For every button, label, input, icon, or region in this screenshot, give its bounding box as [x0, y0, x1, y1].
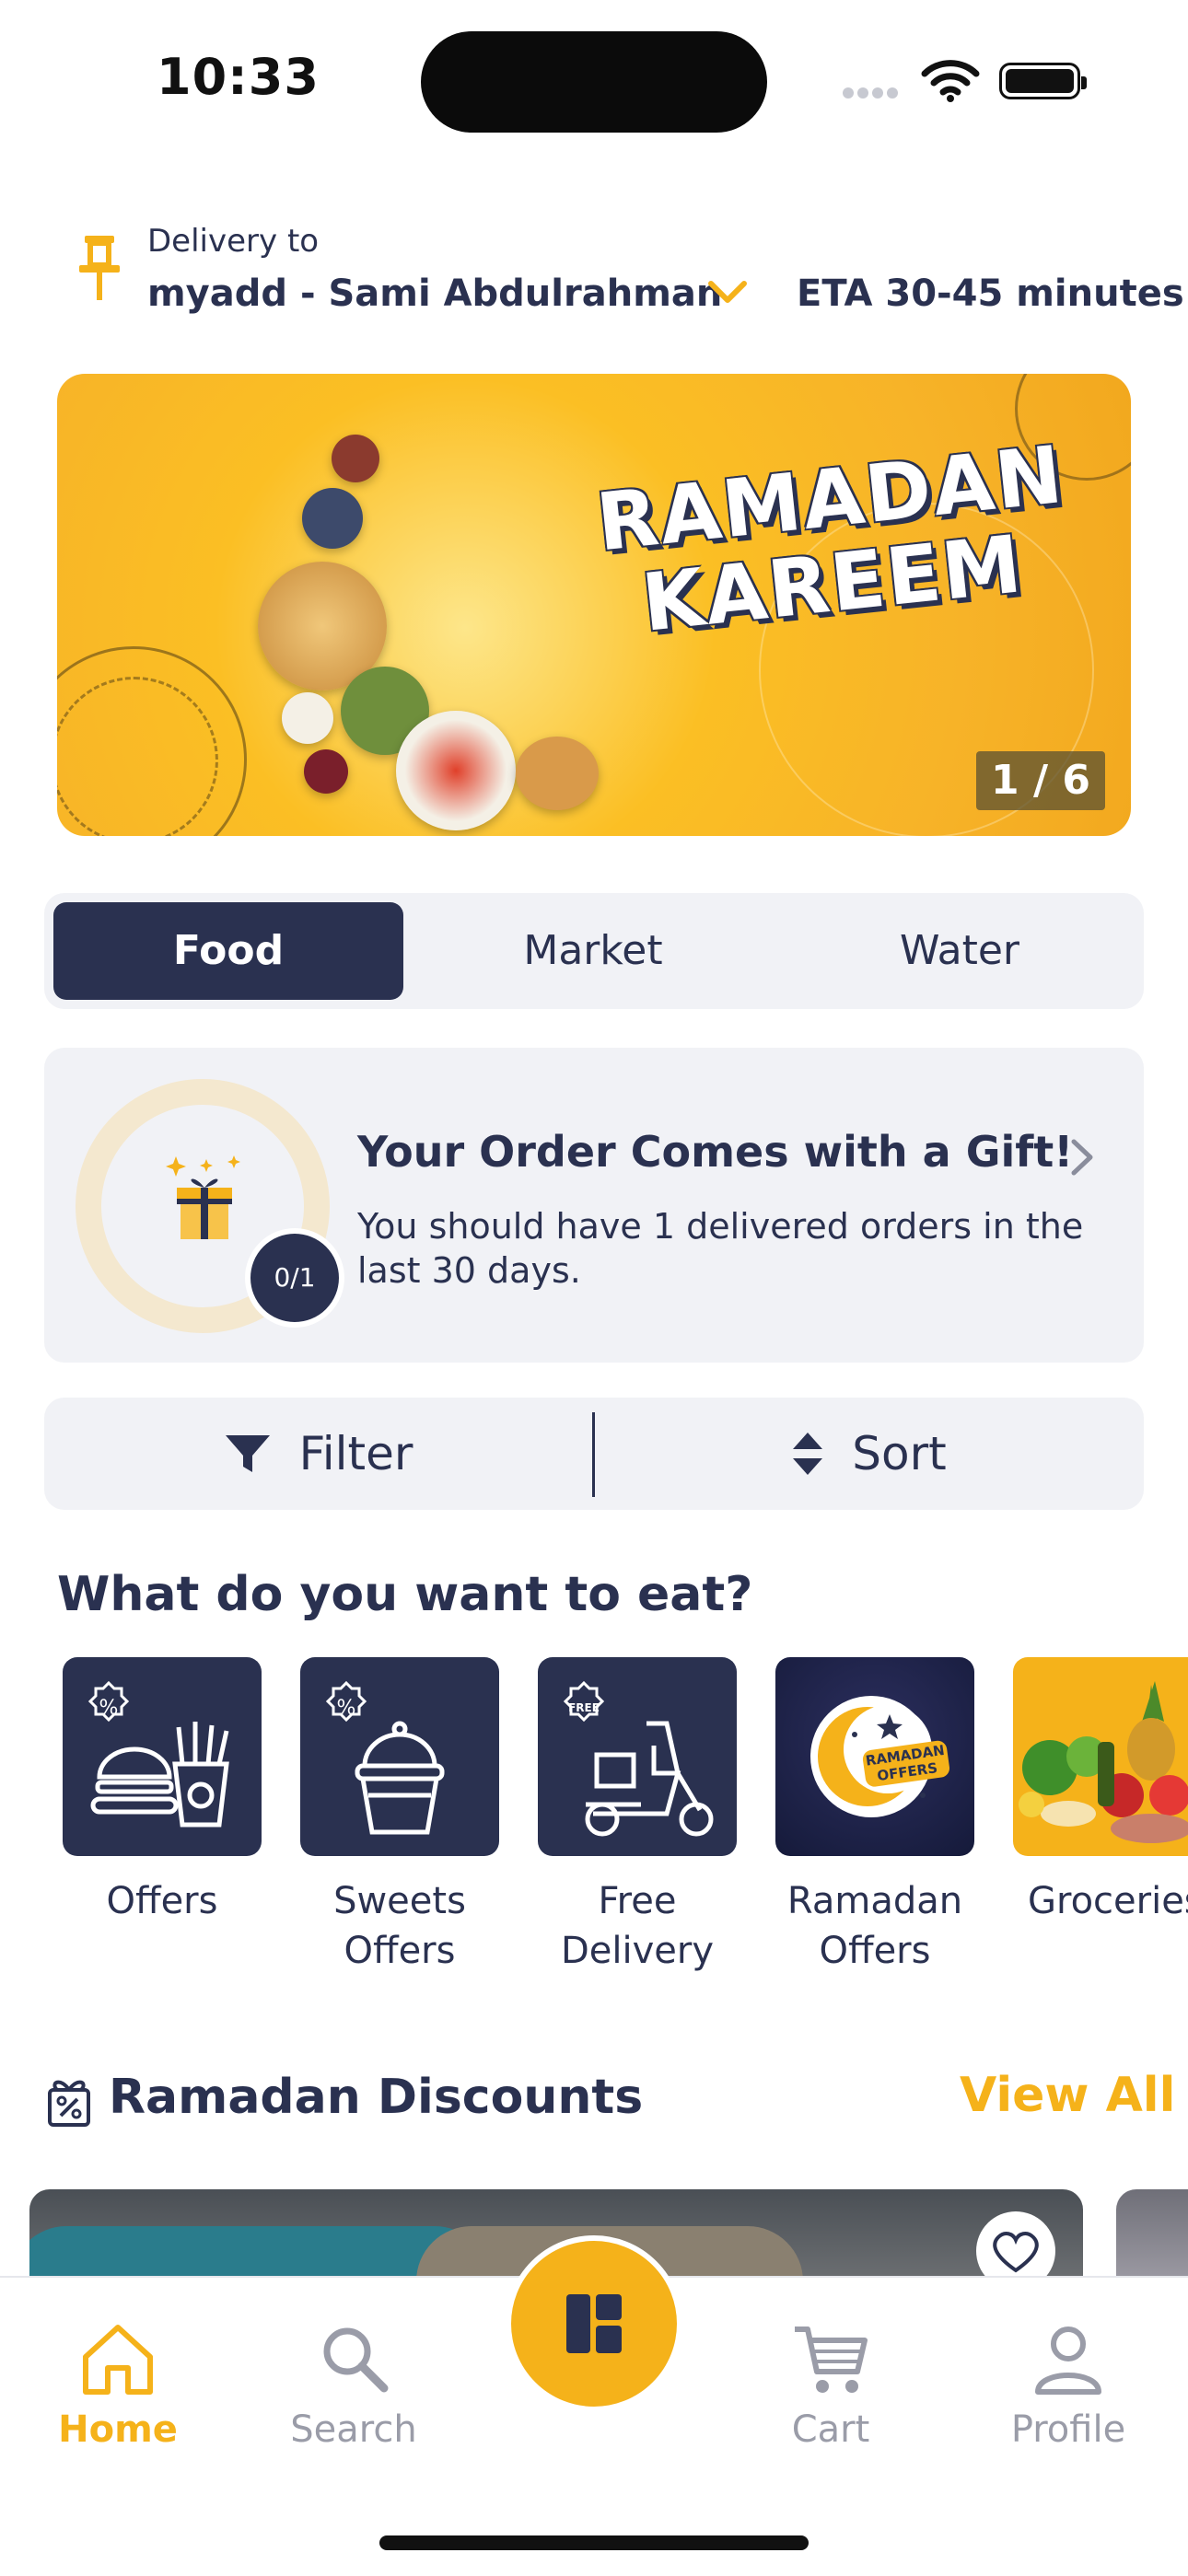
burger-fries-icon [90, 1722, 229, 1828]
nav-profile[interactable]: Profile [976, 2320, 1160, 2451]
battery-icon [999, 63, 1087, 99]
chevron-down-icon[interactable] [705, 274, 750, 311]
nav-search[interactable]: Search [262, 2320, 446, 2451]
home-indicator [379, 2535, 809, 2550]
category-ramadan-offers[interactable]: RAMADAN OFFERS Ramadan Offers [775, 1657, 974, 1976]
eta-text: ETA 30-45 minutes [797, 273, 1184, 315]
filter-funnel-icon [225, 1435, 270, 1472]
nav-label: Profile [1010, 2408, 1126, 2451]
service-tabs: Food Market Water [44, 893, 1144, 1009]
nav-cart[interactable]: Cart [739, 2320, 923, 2451]
cellular-signal-icon [843, 85, 902, 99]
category-sweets-offers[interactable]: % Sweets Offers [300, 1657, 499, 1976]
nav-label: Search [290, 2408, 417, 2451]
category-free-delivery[interactable]: FREE Free Delivery [538, 1657, 737, 1976]
category-groceries[interactable]: Groceries [1013, 1657, 1188, 1926]
filter-button[interactable]: Filter [44, 1398, 592, 1510]
nav-label: Home [58, 2408, 178, 2451]
wifi-icon [921, 60, 980, 102]
delivery-label: Delivery to [147, 223, 320, 260]
category-label: Free Delivery [560, 1880, 715, 1972]
discount-gift-icon [48, 2080, 90, 2127]
mandala-decoration [57, 646, 247, 836]
cupcake-icon [355, 1721, 445, 1835]
filter-sort-bar: Filter Sort [44, 1398, 1144, 1510]
center-menu-button[interactable] [506, 2235, 682, 2412]
gift-icon [166, 1155, 240, 1239]
home-icon [83, 2325, 153, 2395]
groceries-image [1019, 1681, 1188, 1843]
gift-progress-badge: 0/1 [245, 1228, 344, 1328]
search-icon [323, 2327, 389, 2393]
ramadan-discounts-title: Ramadan Discounts [109, 2070, 644, 2125]
tab-market[interactable]: Market [418, 902, 768, 1000]
tab-food[interactable]: Food [53, 902, 403, 1000]
sort-icon [793, 1433, 823, 1475]
scooter-icon [585, 1721, 714, 1837]
delivery-address[interactable]: myadd - Sami Abdulrahman [147, 273, 722, 315]
category-offers[interactable]: % Offers [63, 1657, 262, 1926]
dynamic-island [421, 31, 767, 133]
gift-promo-card[interactable]: 0/1 Your Order Comes with a Gift! You sh… [44, 1048, 1144, 1363]
nav-label: Cart [791, 2408, 870, 2451]
gift-description: You should have 1 delivered orders in th… [357, 1206, 1084, 1291]
chevron-right-icon[interactable] [1068, 1136, 1096, 1178]
profile-icon [1035, 2327, 1101, 2395]
category-label: Groceries [1028, 1880, 1188, 1922]
promo-banner[interactable]: RAMADAN KAREEM 1 / 6 [57, 374, 1131, 836]
restaurant-card-image[interactable] [1116, 2189, 1188, 2281]
gift-title: Your Order Comes with a Gift! [357, 1127, 1074, 1177]
view-all-link[interactable]: View All [960, 2068, 1175, 2123]
section-title: What do you want to eat? [57, 1567, 753, 1622]
nav-home[interactable]: Home [26, 2320, 210, 2451]
sort-button[interactable]: Sort [595, 1398, 1143, 1510]
category-label: Offers [106, 1880, 218, 1922]
tab-water[interactable]: Water [785, 902, 1135, 1000]
ramadan-offers-image: RAMADAN OFFERS [810, 1696, 950, 1817]
category-label: Ramadan Offers [786, 1880, 963, 1972]
cart-icon [795, 2327, 868, 2393]
status-time: 10:33 [157, 48, 320, 106]
slide-counter: 1 / 6 [976, 751, 1105, 810]
pushpin-icon [79, 236, 120, 300]
category-label: Sweets Offers [333, 1880, 466, 1972]
filter-label: Filter [298, 1427, 413, 1480]
sort-label: Sort [852, 1427, 947, 1480]
food-crescent-image [249, 400, 599, 830]
layout-grid-icon [566, 2294, 622, 2353]
